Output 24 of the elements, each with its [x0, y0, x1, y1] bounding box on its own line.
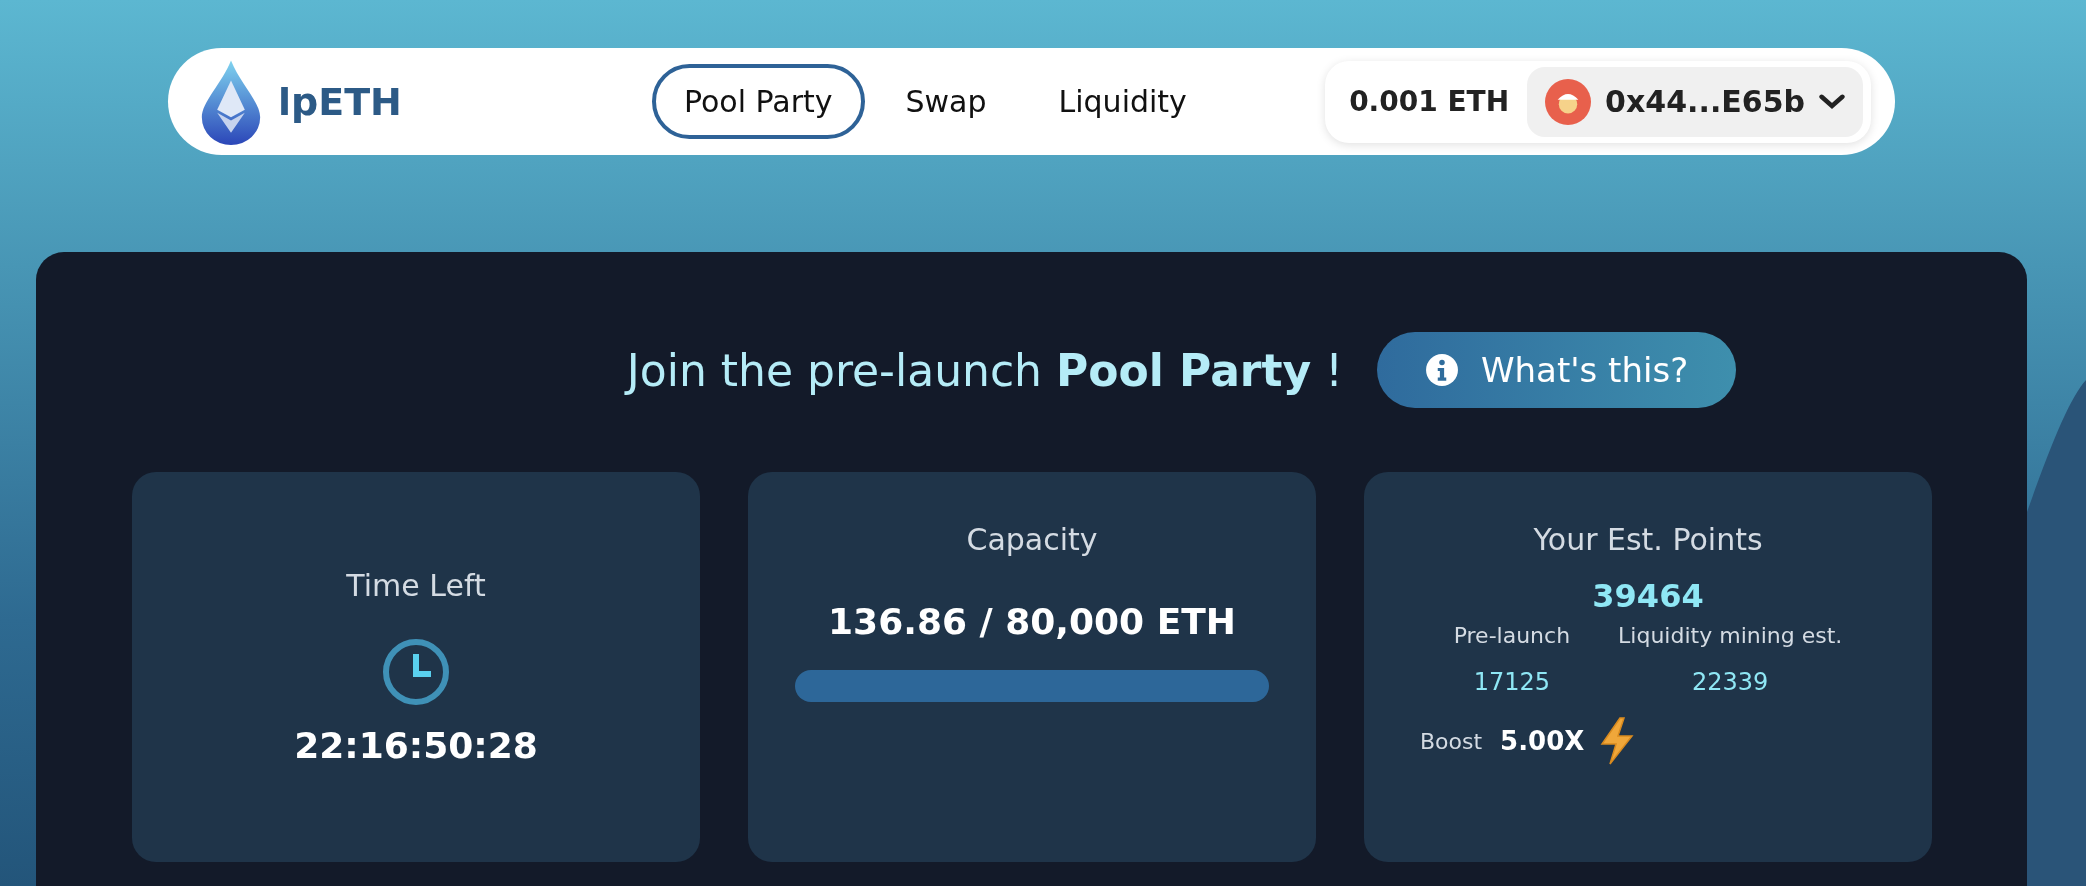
chevron-down-icon — [1819, 93, 1845, 110]
card-title: Capacity — [966, 522, 1098, 557]
card-title: Time Left — [346, 568, 486, 603]
points-value: 22339 — [1692, 668, 1769, 696]
nav-tab[interactable]: Pool Party — [651, 64, 865, 139]
whats-this-button[interactable]: What's this? — [1376, 332, 1737, 408]
wallet-balance: 0.001 ETH — [1349, 85, 1510, 118]
countdown-value: 22:16:50:28 — [294, 725, 538, 766]
points-label: Liquidity mining est. — [1618, 623, 1843, 648]
headline: Join the pre-launch Pool Party ! — [626, 344, 1343, 396]
card-title: Your Est. Points — [1533, 522, 1763, 557]
info-icon — [1424, 353, 1459, 387]
boost-label: Boost — [1420, 728, 1483, 754]
points-value: 17125 — [1473, 668, 1551, 696]
clock-icon — [381, 637, 451, 707]
boost-value: 5.00X — [1500, 726, 1585, 756]
points-total: 39464 — [1592, 577, 1704, 615]
account-button[interactable]: 0x44...E65b — [1527, 66, 1863, 137]
capacity-value: 136.86 / 80,000 ETH — [828, 601, 1236, 642]
nav-tab[interactable]: Liquidity — [1027, 64, 1218, 139]
points-label: Pre-launch — [1453, 623, 1571, 648]
brand-name: lpETH — [278, 79, 402, 124]
nav-tab[interactable]: Swap — [874, 64, 1018, 139]
avatar-icon — [1545, 78, 1592, 125]
